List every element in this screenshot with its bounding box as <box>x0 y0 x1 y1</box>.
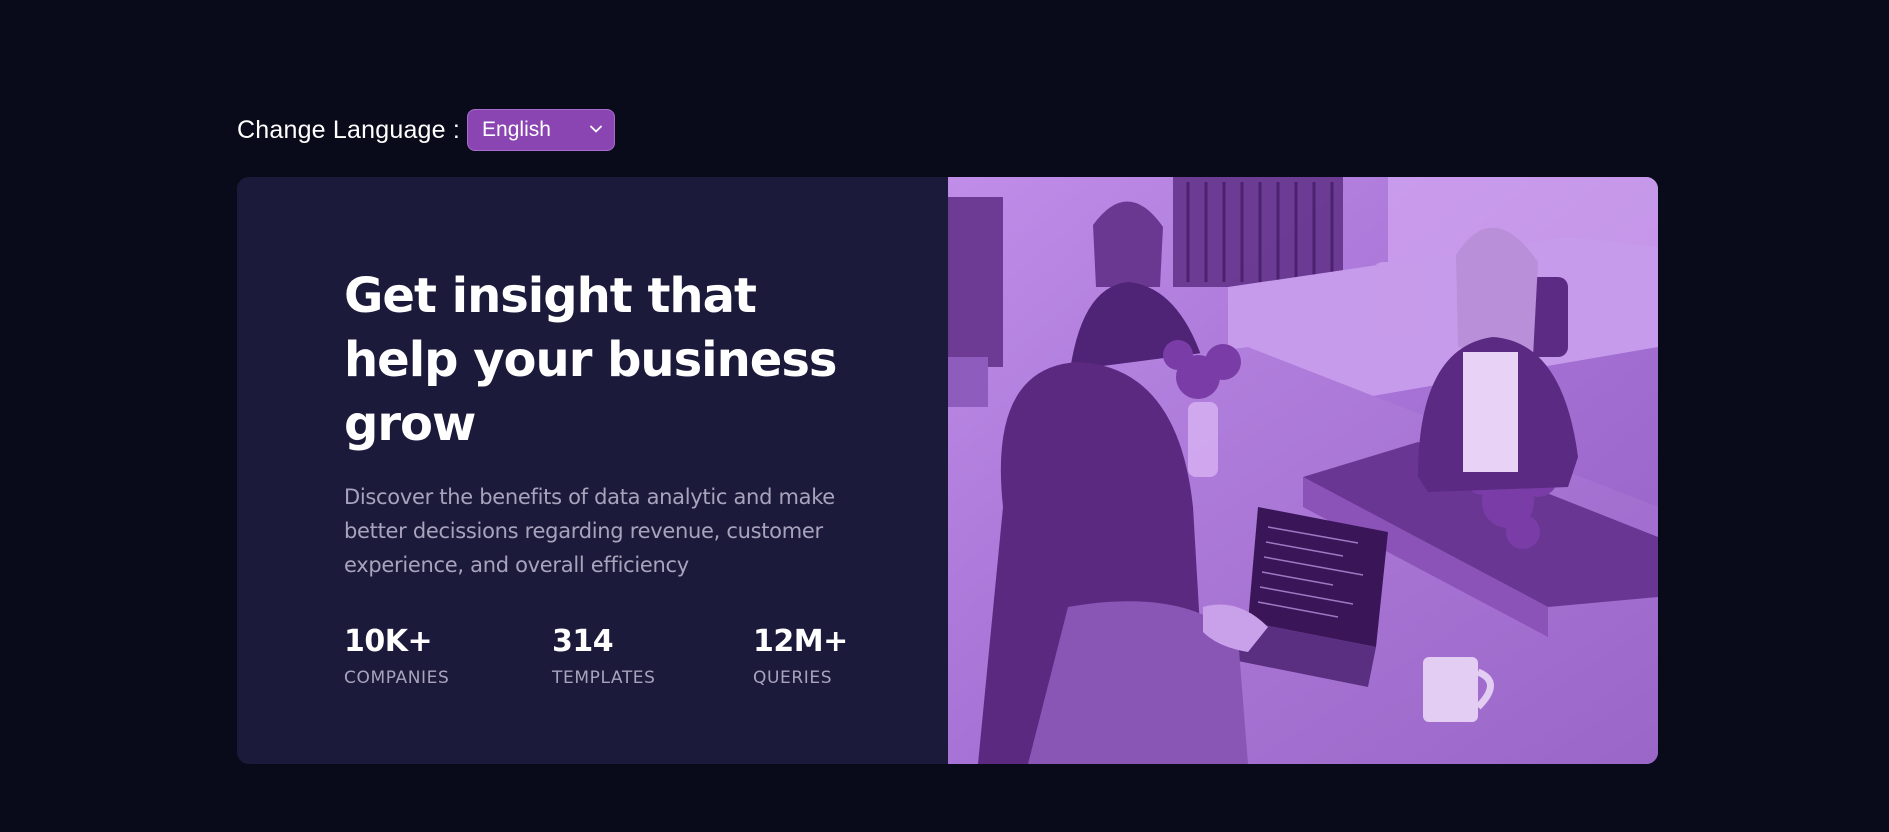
hero-card: Get insight that help your business grow… <box>237 177 1658 764</box>
hero-description: Discover the benefits of data analytic a… <box>344 485 835 577</box>
stat-value: 12M+ <box>753 624 848 659</box>
stat-label: QUERIES <box>753 668 833 688</box>
language-select[interactable]: English <box>467 109 616 151</box>
hero-content: Get insight that help your business grow… <box>237 177 948 764</box>
language-label: Change Language : <box>237 115 461 144</box>
stat-value: 10K+ <box>344 624 433 659</box>
chevron-down-icon <box>590 125 602 133</box>
stat-value: 314 <box>552 624 614 659</box>
stat-label: COMPANIES <box>344 668 450 688</box>
office-team-photo-icon <box>948 177 1658 764</box>
stat-label: TEMPLATES <box>552 668 656 688</box>
hero-image <box>948 177 1658 764</box>
hero-headline: Get insight that help your business grow <box>344 268 838 452</box>
stat-templates: 314 TEMPLATES <box>552 622 656 690</box>
stat-queries: 12M+ QUERIES <box>753 622 848 690</box>
stat-companies: 10K+ COMPANIES <box>344 622 449 690</box>
language-switcher: Change Language : English <box>237 109 616 151</box>
language-select-value: English <box>482 118 551 141</box>
